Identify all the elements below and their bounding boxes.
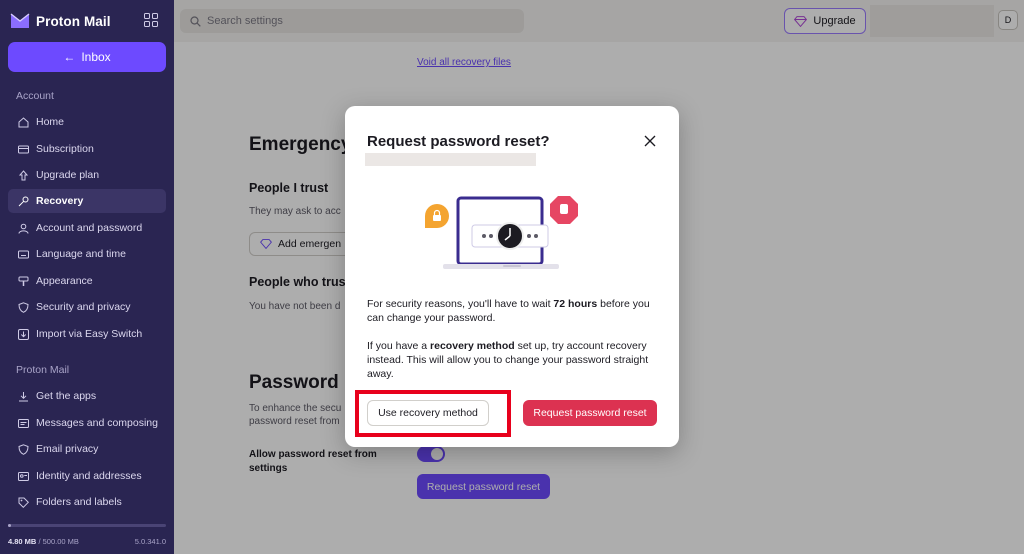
storage-total: 500.00 MB — [42, 537, 79, 546]
wait-duration: 72 hours — [553, 298, 598, 310]
shield-icon — [18, 301, 29, 313]
upgrade-icon — [18, 169, 29, 180]
storage-bar — [8, 524, 166, 527]
section-title-account: Account — [16, 90, 54, 102]
sidebar-item-label: Recovery — [36, 195, 84, 207]
paint-icon — [18, 276, 29, 286]
laptop-illustration — [425, 196, 578, 269]
proton-mail-logo-icon — [10, 13, 30, 28]
sidebar-item-recovery[interactable]: Recovery — [8, 189, 166, 213]
sidebar-item-label: Security and privacy — [36, 301, 131, 313]
section-title-proton-mail: Proton Mail — [16, 364, 70, 376]
sidebar-item-language-time[interactable]: Language and time — [8, 242, 166, 266]
inbox-label: Inbox — [81, 50, 111, 64]
app-version: 5.0.341.0 — [134, 537, 166, 546]
recovery-suggestion: If you have a recovery method set up, tr… — [367, 339, 659, 381]
sidebar-item-import-easy-switch[interactable]: Import via Easy Switch — [8, 322, 166, 346]
sidebar-item-label: Language and time — [36, 248, 126, 260]
card-icon — [18, 145, 29, 153]
sidebar-item-messages-composing[interactable]: Messages and composing — [8, 411, 166, 435]
back-to-inbox-button[interactable]: ← Inbox — [8, 42, 166, 72]
sidebar-item-label: Messages and composing — [36, 417, 158, 429]
close-icon[interactable] — [643, 134, 657, 148]
logo[interactable]: Proton Mail — [10, 10, 164, 32]
redacted-text — [365, 153, 536, 166]
shield-icon — [18, 443, 29, 455]
sidebar-item-label: Appearance — [36, 275, 93, 287]
sidebar-item-appearance[interactable]: Appearance — [8, 269, 166, 293]
sidebar-item-account-password[interactable]: Account and password — [8, 216, 166, 240]
sidebar-item-label: Subscription — [36, 143, 94, 155]
sidebar-item-get-apps[interactable]: Get the apps — [8, 384, 166, 408]
recovery-suggestion-start: If you have a — [367, 340, 431, 352]
sidebar-item-label: Home — [36, 116, 65, 128]
key-icon — [18, 196, 29, 206]
highlight-box — [355, 390, 511, 437]
sidebar-item-upgrade-plan[interactable]: Upgrade plan — [8, 163, 166, 187]
storage-bar-fill — [8, 524, 12, 527]
sidebar-item-security-privacy[interactable]: Security and privacy — [8, 295, 166, 319]
user-icon — [18, 223, 29, 234]
wait-message-start: For security reasons, you'll have to wai… — [367, 298, 554, 310]
confirm-request-reset-button[interactable]: Request password reset — [523, 400, 657, 426]
sidebar-item-subscription[interactable]: Subscription — [8, 137, 166, 161]
home-icon — [18, 116, 29, 127]
keyboard-icon — [18, 250, 29, 258]
sidebar-item-label: Account and password — [36, 222, 143, 234]
apps-grid-icon[interactable] — [144, 13, 158, 27]
sidebar-item-label: Folders and labels — [36, 496, 122, 508]
sidebar-item-label: Upgrade plan — [36, 169, 100, 181]
app-name: Proton Mail — [36, 13, 111, 29]
tag-icon — [18, 497, 29, 508]
id-icon — [18, 471, 29, 481]
wait-message: For security reasons, you'll have to wai… — [367, 297, 659, 325]
storage-usage: 4.80 MB / 500.00 MB — [8, 537, 79, 546]
sidebar-item-label: Get the apps — [36, 390, 97, 402]
import-icon — [18, 328, 29, 340]
sidebar-item-identity-addresses[interactable]: Identity and addresses — [8, 464, 166, 488]
download-icon — [19, 391, 28, 401]
sidebar-item-email-privacy[interactable]: Email privacy — [8, 437, 166, 461]
sidebar: Proton Mail ← Inbox Account Home Subscri… — [0, 0, 174, 554]
messages-icon — [18, 418, 29, 428]
sidebar-item-label: Import via Easy Switch — [36, 328, 143, 340]
sidebar-item-label: Email privacy — [36, 443, 99, 455]
sidebar-item-home[interactable]: Home — [8, 110, 166, 134]
request-reset-modal: Request password reset? For security rea… — [345, 106, 679, 447]
storage-used: 4.80 MB — [8, 537, 37, 546]
modal-title: Request password reset? — [367, 133, 550, 150]
sidebar-item-label: Identity and addresses — [36, 470, 142, 482]
arrow-left-icon: ← — [63, 50, 76, 64]
sidebar-item-folders-labels[interactable]: Folders and labels — [8, 490, 166, 514]
recovery-method-emphasis: recovery method — [430, 340, 515, 352]
storage-indicator: 4.80 MB / 500.00 MB 5.0.341.0 — [8, 524, 166, 546]
